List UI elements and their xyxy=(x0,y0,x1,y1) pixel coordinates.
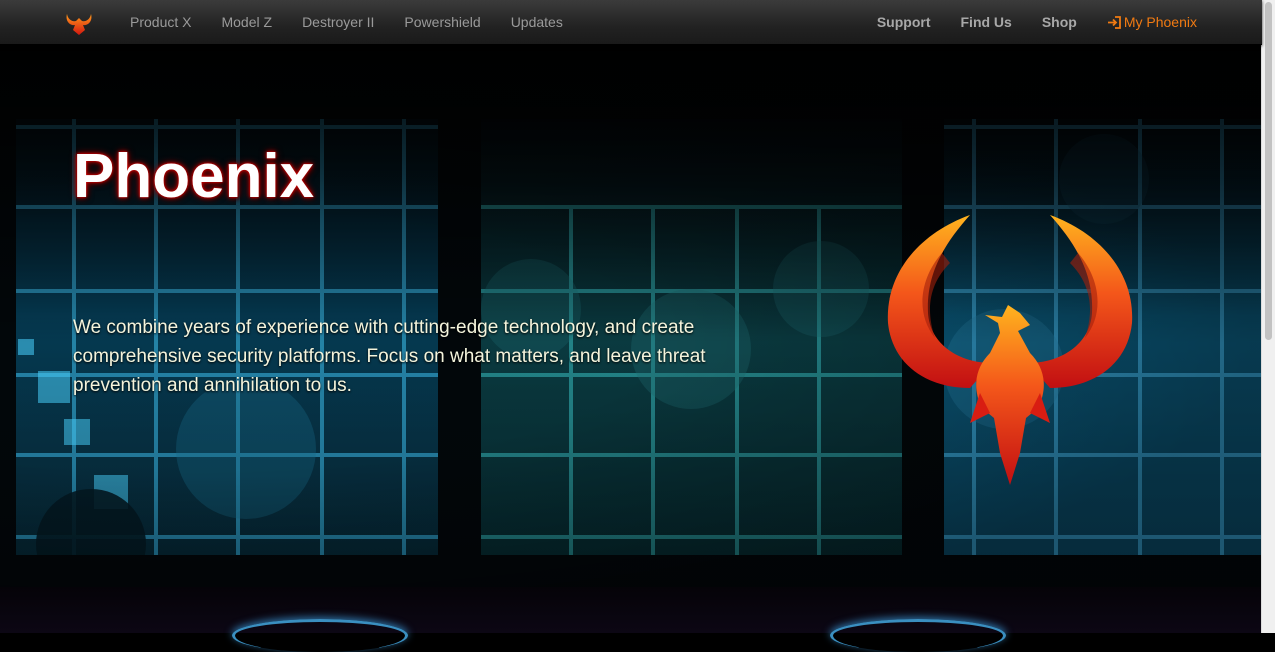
product-ring-image xyxy=(232,619,408,652)
secondary-nav: Support Find Us Shop My Phoenix xyxy=(862,0,1212,44)
brand-logo-link[interactable] xyxy=(64,10,94,36)
vertical-scrollbar[interactable] xyxy=(1261,0,1275,633)
lower-section xyxy=(0,587,1262,652)
nav-link-find-us[interactable]: Find Us xyxy=(946,14,1027,30)
phoenix-logo-icon xyxy=(66,14,92,35)
product-ring-image xyxy=(830,619,1006,652)
my-phoenix-label: My Phoenix xyxy=(1123,14,1197,30)
sign-in-icon xyxy=(1107,15,1121,29)
phoenix-emblem-icon xyxy=(887,215,1133,485)
nav-link-powershield[interactable]: Powershield xyxy=(389,14,495,30)
top-navbar: Product X Model Z Destroyer II Powershie… xyxy=(0,0,1262,45)
nav-link-model-z[interactable]: Model Z xyxy=(206,14,287,30)
nav-link-updates[interactable]: Updates xyxy=(496,14,578,30)
primary-nav: Product X Model Z Destroyer II Powershie… xyxy=(115,0,578,44)
nav-link-shop[interactable]: Shop xyxy=(1027,14,1092,30)
nav-link-support[interactable]: Support xyxy=(862,14,946,30)
my-phoenix-link[interactable]: My Phoenix xyxy=(1092,14,1212,30)
hero-title: Phoenix xyxy=(73,142,315,211)
nav-link-product-x[interactable]: Product X xyxy=(115,14,206,30)
scrollbar-thumb[interactable] xyxy=(1265,2,1272,340)
nav-link-destroyer-ii[interactable]: Destroyer II xyxy=(287,14,389,30)
hero-banner: Phoenix We combine years of experience w… xyxy=(0,45,1262,587)
hero-description: We combine years of experience with cutt… xyxy=(73,317,706,396)
